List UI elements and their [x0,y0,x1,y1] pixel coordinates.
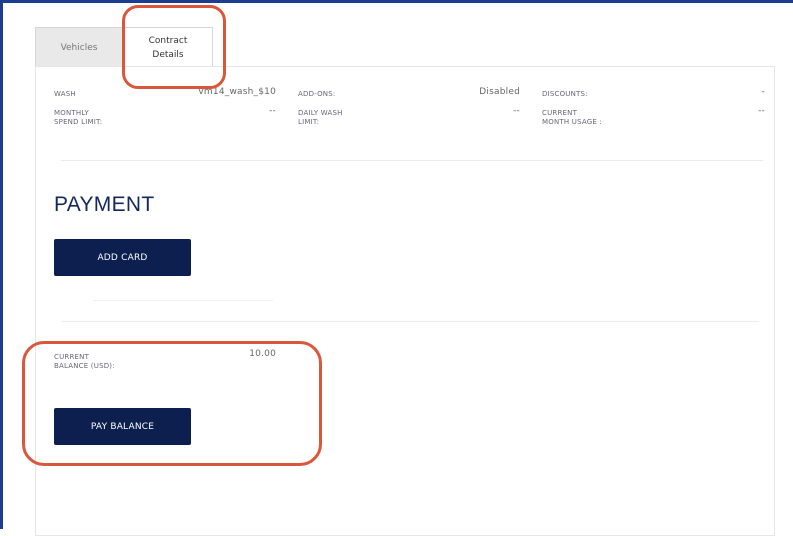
discounts-label: DISCOUNTS: [542,90,588,98]
addons-label: ADD-ONS: [298,90,336,98]
monthly-spend-limit-label: MONTHLY SPEND LIMIT: [54,109,103,126]
daily-wash-limit-value: -- [513,106,520,116]
pay-balance-button[interactable]: PAY BALANCE [54,408,191,445]
daily-wash-limit-label: DAILY WASH LIMIT: [298,109,343,126]
current-month-usage-value: -- [758,106,765,116]
page-frame: Vehicles Contract Details WASH vm14_wash… [0,0,793,536]
payment-title: PAYMENT [54,193,155,216]
wash-label: WASH [54,90,76,98]
tab-contract-details[interactable]: Contract Details [123,27,213,67]
card-divider [93,300,273,301]
wash-value: vm14_wash_$10 [198,87,276,97]
contract-divider [61,160,763,161]
payment-divider [61,321,759,322]
addons-value: Disabled [479,87,520,97]
current-balance-value: 10.00 [249,349,276,359]
contract-details-panel [35,66,775,536]
monthly-spend-limit-value: -- [269,106,276,116]
add-card-button[interactable]: ADD CARD [54,239,191,276]
tab-vehicles[interactable]: Vehicles [35,27,123,67]
discounts-value: - [761,87,765,97]
current-month-usage-label: CURRENT MONTH USAGE : [542,109,602,126]
current-balance-label: CURRENT BALANCE (USD): [54,353,115,370]
